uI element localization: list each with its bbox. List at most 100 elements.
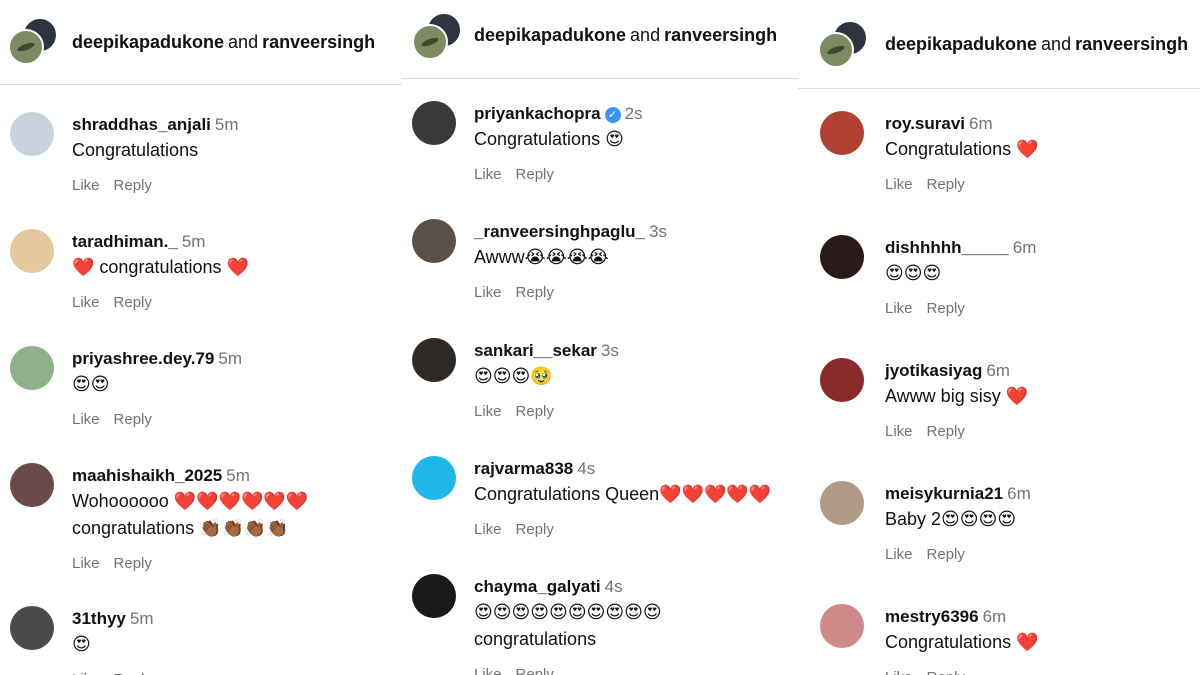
comment-username[interactable]: chayma_galyati — [474, 577, 601, 596]
author-username[interactable]: ranveersingh — [262, 32, 375, 52]
avatar[interactable] — [820, 235, 864, 279]
comment-text: Congratulations Queen❤️❤️❤️❤️❤️ — [474, 484, 772, 504]
and-label: and — [630, 25, 661, 45]
and-label: and — [1041, 34, 1072, 54]
author-username[interactable]: deepikapadukone — [474, 25, 626, 45]
like-button[interactable]: Like — [885, 423, 913, 440]
comments-panel-2: deepikapadukone and ranveersingh priyankac… — [402, 0, 798, 675]
comment-time: 6m — [982, 607, 1007, 626]
reply-button[interactable]: Reply — [114, 411, 152, 428]
like-button[interactable]: Like — [474, 521, 502, 538]
comment-time: 5m — [218, 349, 243, 368]
post-authors: deepikapadukone and ranveersingh — [474, 25, 777, 46]
comment-username[interactable]: jyotikasiyag — [885, 361, 982, 380]
like-button[interactable]: Like — [474, 666, 502, 675]
reply-button[interactable]: Reply — [927, 300, 965, 317]
comments-panel-3: deepikapadukone and ranveersingh roy.surav… — [798, 0, 1200, 675]
like-button[interactable]: Like — [72, 671, 100, 675]
reply-button[interactable]: Reply — [114, 555, 152, 572]
comment-text: 😍 — [72, 634, 91, 654]
comment-username[interactable]: meisykurnia21 — [885, 484, 1003, 503]
like-button[interactable]: Like — [885, 176, 913, 193]
comment-time: 6m — [969, 114, 993, 133]
comment-username[interactable]: priyankachopra — [474, 104, 601, 123]
comment-time: 2s — [624, 104, 643, 123]
collab-avatars[interactable] — [818, 20, 868, 68]
avatar — [412, 24, 448, 60]
like-button[interactable]: Like — [72, 177, 100, 194]
comment-time: 6m — [1007, 484, 1031, 503]
comment-text: Congratulations ❤️ — [885, 139, 1039, 159]
reply-button[interactable]: Reply — [516, 284, 554, 301]
avatar[interactable] — [10, 463, 54, 507]
author-username[interactable]: ranveersingh — [1075, 34, 1188, 54]
comment-username[interactable]: shraddhas_anjali — [72, 115, 211, 134]
comment-text: Awww big sisy ❤️ — [885, 386, 1029, 406]
comment-time: 3s — [649, 222, 667, 241]
comment-username[interactable]: priyashree.dey.79 — [72, 349, 214, 368]
comment-text: Congratulations ❤️ — [885, 632, 1039, 652]
comment-time: 6m — [1012, 238, 1037, 257]
avatar — [8, 29, 44, 65]
post-header: deepikapadukone and ranveersingh — [402, 0, 798, 79]
avatar[interactable] — [820, 358, 864, 402]
comment-text: 😍😍😍🥹 — [474, 366, 553, 386]
collab-avatars[interactable] — [412, 12, 462, 60]
avatar[interactable] — [820, 111, 864, 155]
verified-badge-icon: ✓ — [604, 106, 621, 123]
comment-username[interactable]: dishhhhh_____ — [885, 238, 1009, 257]
comment-username[interactable]: sankari__sekar — [474, 341, 597, 360]
avatar[interactable] — [10, 112, 54, 156]
comment-time: 6m — [986, 361, 1010, 380]
comment-text: ❤️ congratulations ❤️ — [72, 257, 249, 277]
comment-text: Congratulations 😍 — [474, 129, 624, 149]
reply-button[interactable]: Reply — [516, 521, 554, 538]
author-username[interactable]: deepikapadukone — [72, 32, 224, 52]
comment-username[interactable]: maahishaikh_2025 — [72, 466, 222, 485]
comment-username[interactable]: _ranveersinghpaglu_ — [474, 222, 645, 241]
reply-button[interactable]: Reply — [516, 166, 554, 183]
reply-button[interactable]: Reply — [927, 669, 965, 675]
author-username[interactable]: deepikapadukone — [885, 34, 1037, 54]
avatar[interactable] — [412, 456, 456, 500]
avatar[interactable] — [10, 346, 54, 390]
author-username[interactable]: ranveersingh — [664, 25, 777, 45]
comment-username[interactable]: rajvarma838 — [474, 459, 573, 478]
avatar[interactable] — [412, 101, 456, 145]
like-button[interactable]: Like — [474, 166, 502, 183]
comment-time: 5m — [181, 232, 206, 251]
like-button[interactable]: Like — [474, 403, 502, 420]
reply-button[interactable]: Reply — [114, 177, 152, 194]
reply-button[interactable]: Reply — [114, 671, 152, 675]
reply-button[interactable]: Reply — [927, 423, 965, 440]
reply-button[interactable]: Reply — [927, 176, 965, 193]
avatar[interactable] — [10, 229, 54, 273]
like-button[interactable]: Like — [72, 555, 100, 572]
like-button[interactable]: Like — [885, 300, 913, 317]
comment-text-line2: congratulations — [474, 629, 597, 649]
avatar[interactable] — [412, 338, 456, 382]
avatar[interactable] — [412, 219, 456, 263]
like-button[interactable]: Like — [72, 411, 100, 428]
post-header: deepikapadukone and ranveersingh — [0, 0, 402, 85]
like-button[interactable]: Like — [72, 294, 100, 311]
reply-button[interactable]: Reply — [516, 666, 554, 675]
avatar[interactable] — [10, 606, 54, 650]
like-button[interactable]: Like — [885, 669, 913, 675]
comment-username[interactable]: 31thyy — [72, 609, 126, 628]
avatar[interactable] — [820, 604, 864, 648]
reply-button[interactable]: Reply — [114, 294, 152, 311]
comment-username[interactable]: taradhiman._ — [72, 232, 178, 251]
like-button[interactable]: Like — [885, 546, 913, 563]
avatar[interactable] — [412, 574, 456, 618]
comment-username[interactable]: roy.suravi — [885, 114, 965, 133]
collab-avatars[interactable] — [8, 17, 58, 65]
reply-button[interactable]: Reply — [516, 403, 554, 420]
comment-text: 😍😍😍 — [885, 263, 942, 283]
avatar[interactable] — [820, 481, 864, 525]
comment-username[interactable]: mestry6396 — [885, 607, 979, 626]
like-button[interactable]: Like — [474, 284, 502, 301]
reply-button[interactable]: Reply — [927, 546, 965, 563]
comment-time: 4s — [577, 459, 596, 478]
comment-text: Wohoooooo ❤️❤️❤️❤️❤️❤️ — [72, 491, 309, 511]
